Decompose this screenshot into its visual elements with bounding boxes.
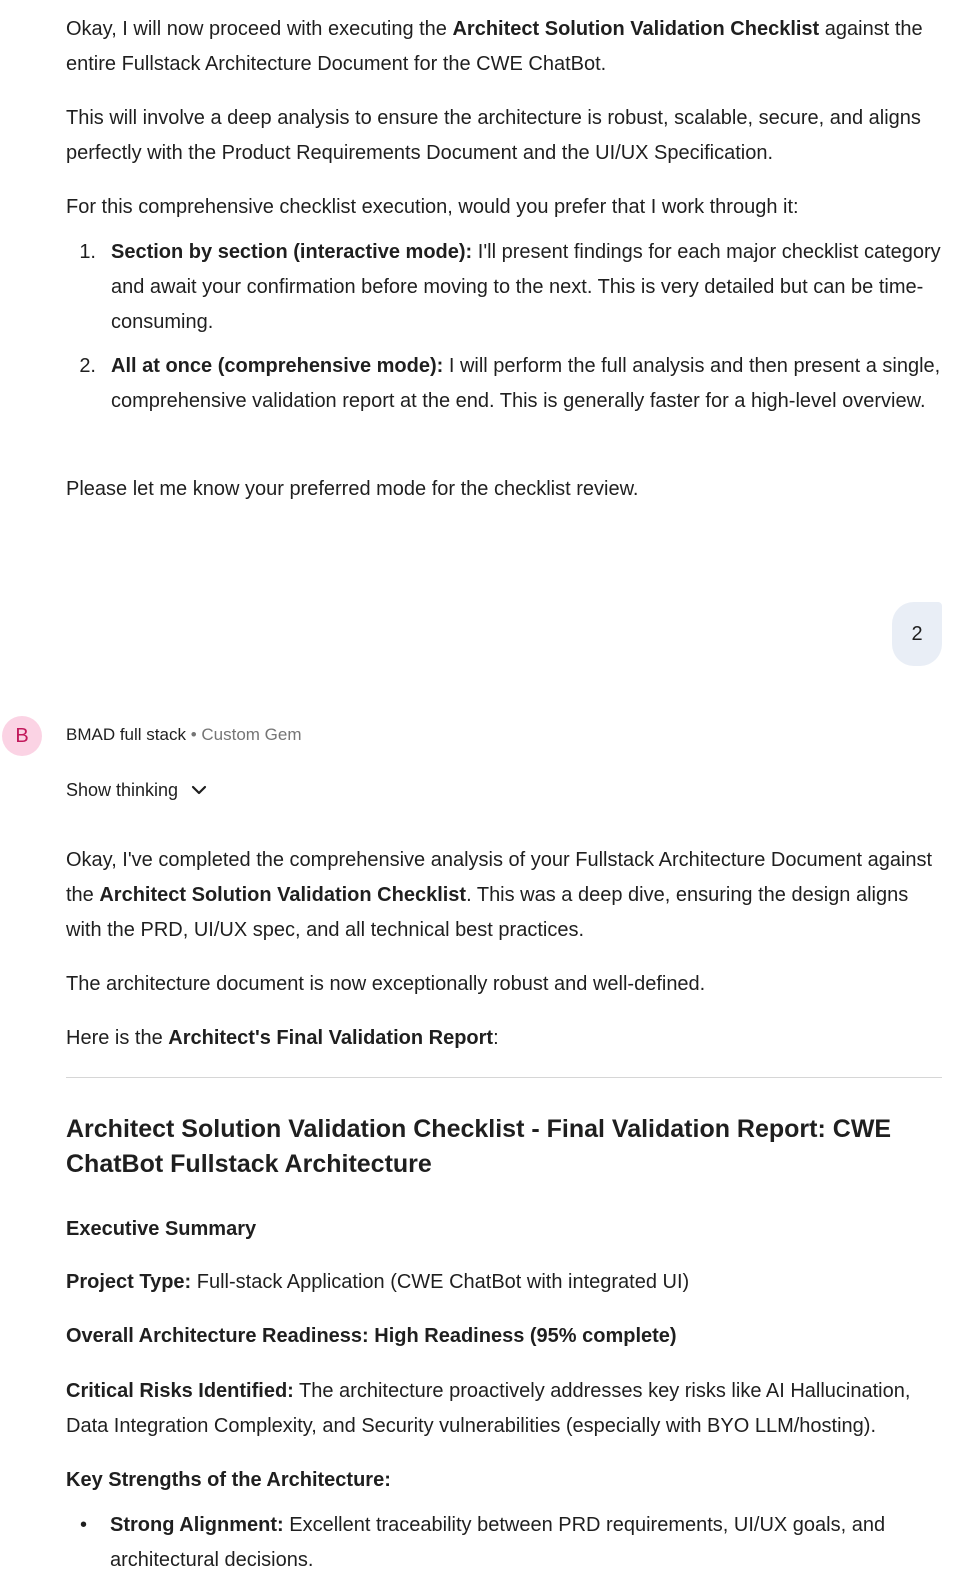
- user-message-bubble: 2: [892, 602, 942, 666]
- message-paragraph: Here is the Architect's Final Validation…: [66, 1027, 499, 1049]
- divider: [66, 1077, 942, 1078]
- gem-name: BMAD full stack: [66, 725, 186, 744]
- show-thinking-label: Show thinking: [66, 780, 179, 800]
- list-item: • Strong Alignment: Excellent traceabili…: [66, 1508, 942, 1578]
- gem-header: BMAD full stack • Custom Gem: [66, 721, 302, 749]
- critical-risks: Critical Risks Identified: The architect…: [66, 1380, 911, 1437]
- numbered-list-item: 1. Section by section (interactive mode)…: [79, 241, 941, 333]
- show-thinking-button[interactable]: Show thinking: [66, 776, 208, 804]
- section-heading: Executive Summary: [66, 1218, 257, 1240]
- message-paragraph: Okay, I will now proceed with executing …: [66, 18, 923, 75]
- readiness: Overall Architecture Readiness: High Rea…: [66, 1325, 677, 1347]
- section-heading: Key Strengths of the Architecture:: [66, 1469, 391, 1491]
- message-paragraph: For this comprehensive checklist executi…: [66, 196, 799, 218]
- message-paragraph: Please let me know your preferred mode f…: [66, 478, 639, 500]
- project-type: Project Type: Full-stack Application (CW…: [66, 1271, 690, 1293]
- message-paragraph: Okay, I've completed the comprehensive a…: [66, 849, 933, 941]
- chevron-down-icon: [191, 785, 207, 795]
- gem-subtitle: Custom Gem: [201, 725, 302, 744]
- message-paragraph: This will involve a deep analysis to ens…: [66, 107, 921, 164]
- avatar: B: [2, 716, 42, 756]
- separator: •: [185, 725, 202, 744]
- user-message-text: 2: [911, 622, 923, 645]
- avatar-letter: B: [15, 724, 29, 747]
- numbered-list-item: 2. All at once (comprehensive mode): I w…: [79, 355, 941, 412]
- assistant-message-1: Okay, I will now proceed with executing …: [66, 12, 942, 82]
- message-paragraph: The architecture document is now excepti…: [66, 973, 706, 995]
- report-heading: Architect Solution Validation Checklist …: [66, 1115, 892, 1178]
- bullet: •: [80, 1514, 88, 1536]
